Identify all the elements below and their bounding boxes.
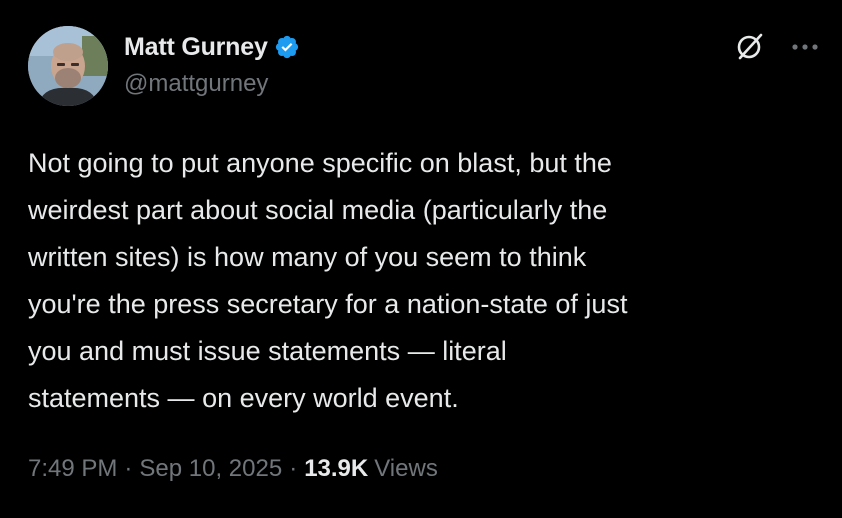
avatar-photo: [28, 26, 108, 106]
views-count[interactable]: 13.9K: [304, 455, 368, 483]
grok-icon[interactable]: [734, 30, 766, 62]
tweet-time[interactable]: 7:49 PM: [28, 455, 117, 483]
meta-separator: ·: [289, 455, 298, 482]
views-label: Views: [374, 455, 438, 482]
verified-badge-icon[interactable]: [274, 34, 300, 60]
avatar[interactable]: [28, 26, 108, 106]
tweet-text: Not going to put anyone specific on blas…: [28, 148, 628, 413]
author-display-name[interactable]: Matt Gurney: [124, 33, 268, 62]
more-options-icon[interactable]: [790, 40, 820, 52]
meta-separator: ·: [124, 455, 133, 482]
name-row: Matt Gurney: [124, 30, 300, 64]
tweet-meta: 7:49 PM · Sep 10, 2025 · 13.9K Views: [28, 455, 438, 483]
tweet-card: Matt Gurney @mattgurney Not going to put…: [0, 0, 842, 518]
tweet-date[interactable]: Sep 10, 2025: [139, 455, 282, 483]
author-block: Matt Gurney @mattgurney: [124, 30, 300, 98]
author-handle[interactable]: @mattgurney: [124, 70, 300, 98]
